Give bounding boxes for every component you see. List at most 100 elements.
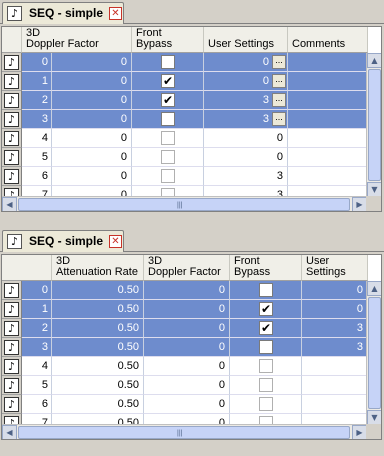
table-row[interactable]: ♪ 4 0 0 — [2, 129, 368, 148]
ellipsis-button[interactable]: ... — [272, 74, 286, 88]
user-settings-cell[interactable]: 0 — [302, 281, 368, 300]
front-bypass-cell[interactable]: ✔ — [132, 72, 204, 91]
table-row[interactable]: ♪ 5 0 0 — [2, 148, 368, 167]
user-settings-cell[interactable]: 0 — [204, 129, 288, 148]
doppler-factor-cell[interactable]: 0 — [52, 167, 132, 186]
row-header[interactable]: ♪ — [2, 319, 22, 338]
front-bypass-cell[interactable] — [132, 129, 204, 148]
row-header[interactable]: ♪ — [2, 53, 22, 72]
column-header-doppler-factor[interactable]: 3D Doppler Factor — [22, 27, 132, 53]
doppler-factor-cell[interactable]: 0 — [52, 110, 132, 129]
column-header-user-settings[interactable]: User Settings — [204, 27, 288, 53]
row-header[interactable]: ♪ — [2, 338, 22, 357]
row-header[interactable]: ♪ — [2, 376, 22, 395]
column-header-comments[interactable]: Comments — [288, 27, 368, 53]
close-icon[interactable]: ✕ — [109, 235, 122, 248]
doppler-factor-cell[interactable]: 0 — [144, 376, 230, 395]
doppler-factor-cell[interactable]: 0 — [144, 395, 230, 414]
user-settings-cell[interactable] — [302, 395, 368, 414]
attenuation-rate-cell[interactable]: 0.50 — [52, 300, 144, 319]
scroll-down-button[interactable]: ▼ — [367, 182, 381, 197]
table-row[interactable]: ♪ 6 0 3 — [2, 167, 368, 186]
front-bypass-checkbox[interactable] — [161, 131, 175, 145]
doppler-factor-cell[interactable]: 0 — [144, 300, 230, 319]
column-header-front-bypass[interactable]: Front Bypass — [230, 255, 302, 281]
front-bypass-checkbox[interactable]: ✔ — [259, 321, 273, 335]
comments-cell[interactable] — [288, 53, 368, 72]
row-header[interactable]: ♪ — [2, 357, 22, 376]
doppler-factor-cell[interactable]: 0 — [144, 357, 230, 376]
user-settings-cell[interactable]: 0 — [302, 300, 368, 319]
front-bypass-cell[interactable] — [230, 281, 302, 300]
row-header[interactable]: ♪ — [2, 110, 22, 129]
doppler-factor-cell[interactable]: 0 — [52, 129, 132, 148]
front-bypass-checkbox[interactable] — [259, 359, 273, 373]
attenuation-rate-cell[interactable]: 0.50 — [52, 281, 144, 300]
tab-seq-simple[interactable]: ♪ SEQ - simple ✕ — [2, 230, 124, 252]
front-bypass-checkbox[interactable]: ✔ — [259, 302, 273, 316]
front-bypass-checkbox[interactable] — [161, 55, 175, 69]
column-header-doppler-factor[interactable]: 3D Doppler Factor — [144, 255, 230, 281]
row-header[interactable]: ♪ — [2, 395, 22, 414]
ellipsis-button[interactable]: ... — [272, 55, 286, 69]
table-row[interactable]: ♪ 4 0.50 0 — [2, 357, 368, 376]
attenuation-rate-cell[interactable]: 0.50 — [52, 376, 144, 395]
scroll-right-button[interactable]: ▶ — [352, 425, 367, 439]
doppler-factor-cell[interactable]: 0 — [52, 72, 132, 91]
user-settings-cell[interactable]: 0 — [204, 148, 288, 167]
scroll-right-button[interactable]: ▶ — [352, 197, 367, 211]
scroll-down-button[interactable]: ▼ — [367, 410, 381, 425]
front-bypass-checkbox[interactable]: ✔ — [161, 74, 175, 88]
row-header[interactable]: ♪ — [2, 148, 22, 167]
front-bypass-cell[interactable]: ✔ — [230, 300, 302, 319]
table-row[interactable]: ♪ 5 0.50 0 — [2, 376, 368, 395]
horizontal-scrollbar[interactable]: ◀ ||| ▶ — [2, 196, 368, 211]
table-row[interactable]: ♪ 3 0.50 0 3 — [2, 338, 368, 357]
front-bypass-cell[interactable] — [132, 167, 204, 186]
scroll-up-button[interactable]: ▲ — [367, 281, 381, 296]
row-header[interactable]: ♪ — [2, 129, 22, 148]
column-header-front-bypass[interactable]: Front Bypass — [132, 27, 204, 53]
comments-cell[interactable] — [288, 72, 368, 91]
attenuation-rate-cell[interactable]: 0.50 — [52, 357, 144, 376]
close-icon[interactable]: ✕ — [109, 7, 122, 20]
scroll-left-button[interactable]: ◀ — [2, 197, 17, 211]
attenuation-rate-cell[interactable]: 0.50 — [52, 338, 144, 357]
comments-cell[interactable] — [288, 129, 368, 148]
column-header-attenuation-rate[interactable]: 3D Attenuation Rate — [52, 255, 144, 281]
comments-cell[interactable] — [288, 91, 368, 110]
front-bypass-cell[interactable] — [230, 338, 302, 357]
front-bypass-cell[interactable] — [132, 110, 204, 129]
front-bypass-checkbox[interactable] — [259, 283, 273, 297]
scroll-up-button[interactable]: ▲ — [367, 53, 381, 68]
front-bypass-checkbox[interactable] — [259, 340, 273, 354]
table-row[interactable]: ♪ 0 0.50 0 0 — [2, 281, 368, 300]
table-row[interactable]: ♪ 1 0 ✔ 0... — [2, 72, 368, 91]
front-bypass-cell[interactable]: ✔ — [132, 91, 204, 110]
row-header[interactable]: ♪ — [2, 300, 22, 319]
row-header[interactable]: ♪ — [2, 72, 22, 91]
table-row[interactable]: ♪ 3 0 3... — [2, 110, 368, 129]
front-bypass-cell[interactable]: ✔ — [230, 319, 302, 338]
table-row[interactable]: ♪ 1 0.50 0 ✔ 0 — [2, 300, 368, 319]
vertical-scroll-thumb[interactable] — [368, 69, 381, 181]
user-settings-cell[interactable] — [302, 376, 368, 395]
front-bypass-checkbox[interactable] — [259, 378, 273, 392]
vertical-scrollbar[interactable]: ▲ ▼ — [366, 281, 381, 425]
front-bypass-cell[interactable] — [132, 148, 204, 167]
front-bypass-checkbox[interactable] — [161, 112, 175, 126]
doppler-factor-cell[interactable]: 0 — [52, 148, 132, 167]
front-bypass-cell[interactable] — [132, 53, 204, 72]
vertical-scrollbar[interactable]: ▲ ▼ — [366, 53, 381, 197]
horizontal-scrollbar[interactable]: ◀ ||| ▶ — [2, 424, 368, 439]
front-bypass-cell[interactable] — [230, 357, 302, 376]
vertical-scroll-thumb[interactable] — [368, 297, 381, 409]
table-row[interactable]: ♪ 0 0 0... — [2, 53, 368, 72]
front-bypass-checkbox[interactable]: ✔ — [161, 93, 175, 107]
comments-cell[interactable] — [288, 110, 368, 129]
table-row[interactable]: ♪ 2 0.50 0 ✔ 3 — [2, 319, 368, 338]
comments-cell[interactable] — [288, 167, 368, 186]
doppler-factor-cell[interactable]: 0 — [144, 281, 230, 300]
front-bypass-cell[interactable] — [230, 376, 302, 395]
front-bypass-checkbox[interactable] — [259, 397, 273, 411]
